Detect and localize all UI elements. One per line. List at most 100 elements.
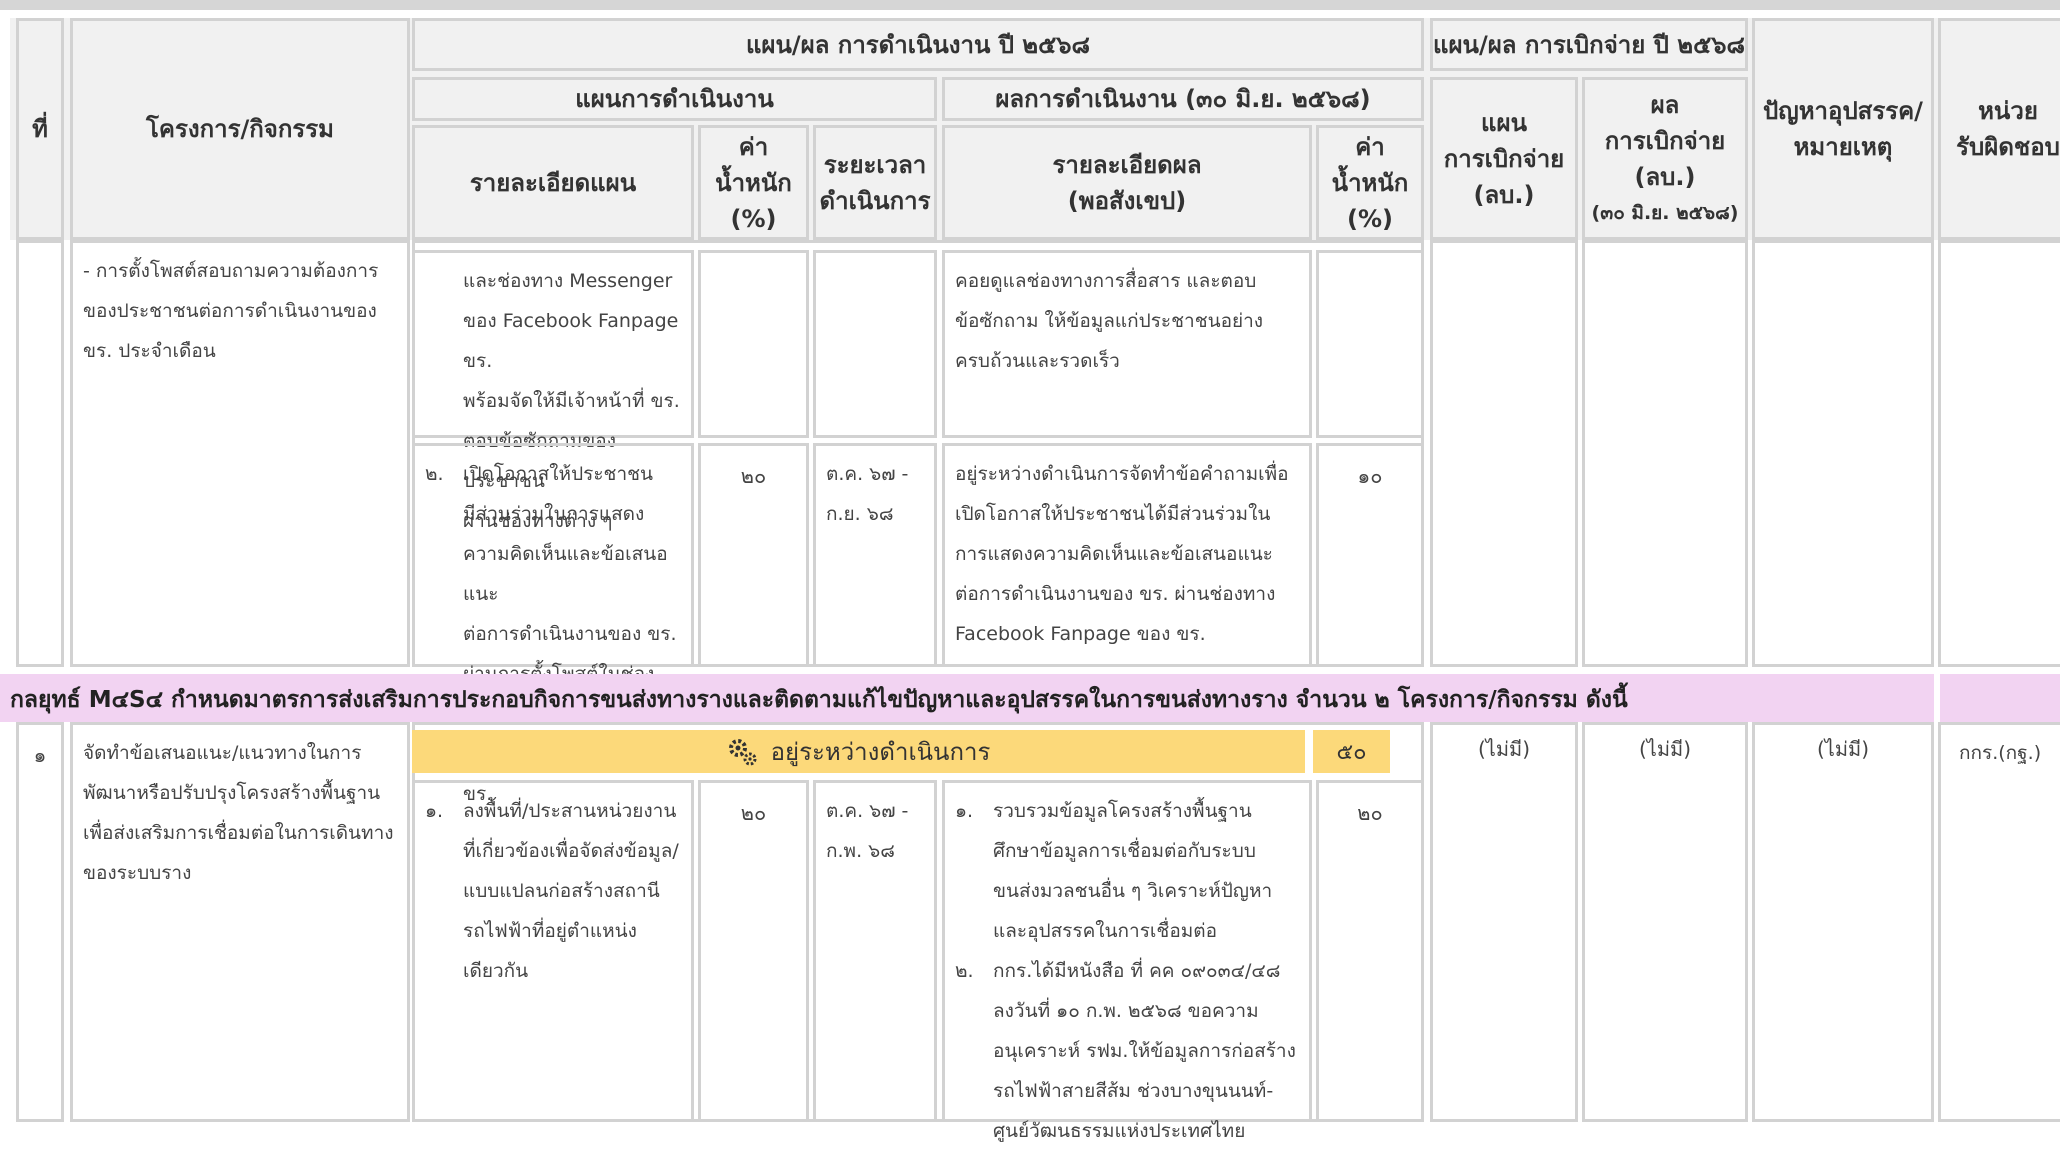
block2-project-line: พัฒนาหรือปรับปรุงโครงสร้างพื้นฐาน — [83, 782, 381, 804]
detail-line: เปิดโอกาสให้ประชาชน — [463, 463, 653, 485]
header-project: โครงการ/กิจกรรม — [70, 18, 410, 240]
block1-no-cell — [16, 240, 64, 667]
weight-line-2: น้ำหนัก — [715, 168, 792, 197]
result-weight-line-3: (%) — [1347, 204, 1393, 233]
detail-line: ที่เกี่ยวข้องเพื่อจัดส่งข้อมูล/ — [463, 840, 679, 862]
result-line: ข้อซักถาม ให้ข้อมูลแก่ประชาชนอย่าง — [955, 310, 1264, 332]
block1-r1-plan-detail: และช่องทาง Messenger ของ Facebook Fanpag… — [412, 250, 694, 532]
strategy-section-title: กลยุทธ์ M๔S๔ กำหนดมาตรการส่งเสริมการประก… — [10, 687, 1628, 713]
budget-result-line-3: (ลบ.) — [1634, 162, 1696, 191]
duration-line-1: ระยะเวลา — [823, 150, 927, 179]
result-weight-line-2: น้ำหนัก — [1331, 168, 1409, 197]
result-line: ขนส่งมวลชนอื่น ๆ วิเคราะห์ปัญหา — [993, 880, 1273, 902]
result-line: คอยดูแลช่องทางการสื่อสาร และตอบ — [955, 270, 1257, 292]
block1-r1-duration — [813, 250, 937, 438]
detail-line: ลงพื้นที่/ประสานหน่วยงาน — [463, 800, 677, 822]
status-bar: อยู่ระหว่างดำเนินการ — [412, 730, 1305, 773]
result-line: ศึกษาข้อมูลการเชื่อมต่อกับระบบ — [993, 840, 1256, 862]
result-line: อนุเคราะห์ รฟม.ให้ข้อมูลการก่อสร้าง — [993, 1040, 1296, 1062]
block1-project-cell: - การตั้งโพสต์สอบถามความต้องการ ของประชา… — [70, 240, 410, 667]
block1-r2-result-detail: อยู่ระหว่างดำเนินการจัดทำข้อคำถามเพื่อ เ… — [942, 443, 1312, 667]
header-no: ที่ — [16, 18, 64, 240]
block2-budget-result: (ไม่มี) — [1582, 722, 1748, 1122]
detail-line: รถไฟฟ้าที่อยู่ตำแหน่ง — [463, 920, 637, 942]
block2-r1-plan-detail: ๑. ลงพื้นที่/ประสานหน่วยงาน ที่เกี่ยวข้อ… — [412, 780, 694, 1122]
budget-plan-line-3: (ลบ.) — [1473, 180, 1535, 209]
block1-project-line: ขร. ประจำเดือน — [83, 340, 216, 362]
status-label: อยู่ระหว่างดำเนินการ — [770, 738, 991, 766]
detail-line: ต่อการดำเนินงานของ ขร. — [463, 623, 677, 645]
header-problem: ปัญหาอุปสรรค/ หมายเหตุ — [1752, 18, 1934, 240]
result-line: และอุปสรรคในการเชื่อมต่อ — [993, 920, 1218, 942]
block2-r1-duration: ต.ค. ๖๗ - ก.พ. ๖๘ — [813, 780, 937, 1122]
header-weight: ค่า น้ำหนัก (%) — [698, 125, 809, 240]
header-budget: แผน/ผล การเบิกจ่าย ปี ๒๕๖๘ — [1430, 18, 1748, 71]
result-line: กกร.ได้มีหนังสือ ที่ คค ๐๙๐๓๔/๔๘ — [993, 960, 1281, 982]
block1-r1-result-weight — [1316, 250, 1424, 438]
block2-project-cell: จัดทำข้อเสนอแนะ/แนวทางในการ พัฒนาหรือปรั… — [70, 722, 410, 1122]
block1-r1-weight — [698, 250, 809, 438]
result-line: เปิดโอกาสให้ประชาชนได้มีส่วนร่วมใน — [955, 503, 1271, 525]
header-result-weight: ค่า น้ำหนัก (%) — [1316, 125, 1424, 240]
block1-r2-duration: ต.ค. ๖๗ - ก.ย. ๖๘ — [813, 443, 937, 667]
block1-r2-plan-detail: ๒. เปิดโอกาสให้ประชาชน มีส่วนร่วมในการแส… — [412, 443, 694, 805]
top-border — [0, 0, 2060, 10]
block2-project-line: จัดทำข้อเสนอแนะ/แนวทางในการ — [83, 742, 362, 764]
block2-budget-plan: (ไม่มี) — [1430, 722, 1578, 1122]
responsible-line-2: รับผิดชอบ — [1956, 133, 2060, 161]
weight-line-1: ค่า — [738, 132, 769, 161]
detail-line: ความคิดเห็นและข้อเสนอแนะ — [463, 543, 668, 605]
result-line: ต่อการดำเนินงานของ ขร. ผ่านช่องทาง — [955, 583, 1276, 605]
block2-r1-result-detail: ๑. รวบรวมข้อมูลโครงสร้างพื้นฐาน ศึกษาข้อ… — [942, 780, 1312, 1142]
block1-r2-result-weight: ๑๐ — [1316, 443, 1424, 667]
detail-line: แบบแปลนก่อสร้างสถานี — [463, 880, 660, 902]
block2-problem: (ไม่มี) — [1752, 722, 1934, 1122]
block2-no-cell: ๑ — [16, 722, 64, 1122]
result-line: รวบรวมข้อมูลโครงสร้างพื้นฐาน — [993, 800, 1252, 822]
result-detail-line-2: (พอสังเขป) — [1067, 186, 1187, 215]
result-weight-line-1: ค่า — [1355, 132, 1385, 161]
result-line: การแสดงความคิดเห็นและข้อเสนอแนะ — [955, 543, 1273, 565]
budget-result-line-1: ผล — [1650, 90, 1680, 119]
header-plan-detail: รายละเอียดแผน — [412, 125, 694, 240]
block1-problem — [1752, 240, 1934, 667]
result-line: รถไฟฟ้าสายสีส้ม ช่วงบางขุนนนท์- — [993, 1080, 1274, 1102]
result-line: อยู่ระหว่างดำเนินการจัดทำข้อคำถามเพื่อ — [955, 463, 1289, 485]
weight-line-3: (%) — [730, 204, 777, 233]
responsible-line-1: หน่วย — [1978, 97, 2038, 125]
budget-plan-line-1: แผน — [1481, 108, 1527, 137]
detail-line: พร้อมจัดให้มีเจ้าหน้าที่ ขร. — [463, 390, 680, 412]
detail-line: และช่องทาง Messenger — [463, 270, 673, 292]
gear-icon — [728, 738, 757, 765]
block2-r1-weight: ๒๐ — [698, 780, 809, 1122]
header-result-detail: รายละเอียดผล (พอสังเขป) — [942, 125, 1312, 240]
block1-project-line: - การตั้งโพสต์สอบถามความต้องการ — [83, 260, 379, 282]
duration-line: ต.ค. ๖๗ - — [826, 463, 909, 485]
result-line: ครบถ้วนและรวดเร็ว — [955, 350, 1120, 372]
duration-line: ต.ค. ๖๗ - — [826, 800, 909, 822]
detail-line: มีส่วนร่วมในการแสดง — [463, 503, 645, 525]
header-duration: ระยะเวลา ดำเนินการ — [813, 125, 937, 240]
block1-r1-result-detail: คอยดูแลช่องทางการสื่อสาร และตอบ ข้อซักถา… — [942, 250, 1312, 438]
header-operation: แผน/ผล การดำเนินงาน ปี ๒๕๖๘ — [412, 18, 1424, 71]
budget-result-line-4: (๓๐ มิ.ย. ๒๕๖๘) — [1591, 201, 1739, 224]
result-line: ลงวันที่ ๑๐ ก.พ. ๒๕๖๘ ขอความ — [993, 1000, 1259, 1022]
duration-line: ก.ย. ๖๘ — [826, 503, 894, 525]
header-result: ผลการดำเนินงาน (๓๐ มิ.ย. ๒๕๖๘) — [942, 77, 1424, 121]
detail-line: ของ Facebook Fanpage ขร. — [463, 310, 679, 372]
problem-line-2: หมายเหตุ — [1793, 133, 1893, 161]
detail-line: เดียวกัน — [463, 960, 529, 982]
block1-project-line: ของประชาชนต่อการดำเนินงานของ — [83, 300, 377, 322]
duration-line-2: ดำเนินการ — [819, 186, 931, 215]
result-line: Facebook Fanpage ของ ขร. — [955, 623, 1206, 645]
header-plan: แผนการดำเนินงาน — [412, 77, 937, 121]
status-weight: ๕๐ — [1313, 730, 1390, 773]
block2-responsible: กกร.(กฐ.) — [1938, 722, 2060, 1122]
result-line: ศูนย์วัฒนธรรมแห่งประเทศไทย — [993, 1120, 1246, 1142]
header-budget-result: ผล การเบิกจ่าย (ลบ.) (๓๐ มิ.ย. ๒๕๖๘) — [1582, 77, 1748, 240]
block1-budget-result — [1582, 240, 1748, 667]
block1-r2-weight: ๒๐ — [698, 443, 809, 667]
strategy-section-divider — [1934, 674, 1940, 722]
budget-result-line-2: การเบิกจ่าย — [1604, 126, 1726, 155]
block2-r1-result-weight: ๒๐ — [1316, 780, 1424, 1122]
